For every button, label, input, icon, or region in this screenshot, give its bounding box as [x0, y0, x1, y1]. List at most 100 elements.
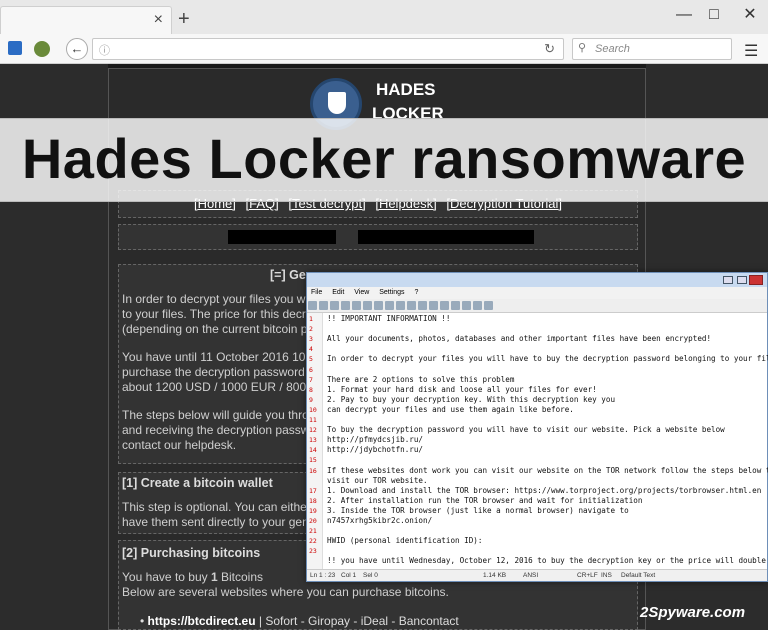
reload-icon[interactable]: ↻ [544, 41, 555, 57]
line-number: 12 [309, 426, 317, 435]
intro-text: In order to decrypt your files you wi to … [122, 292, 309, 336]
line-number: 6 [309, 365, 313, 374]
line-number: 5 [309, 355, 313, 364]
status-encoding: ANSI [523, 572, 539, 579]
notepad-line: can decrypt your files and use them agai… [327, 404, 574, 414]
line-number: 15 [309, 456, 317, 465]
line-number: 4 [309, 345, 313, 354]
line-number: 3 [309, 335, 313, 344]
info-icon[interactable]: ⓘ [99, 42, 110, 58]
line-number: 13 [309, 436, 317, 445]
notepad-line: 3. Inside the TOR browser (just like a n… [327, 505, 629, 515]
line-number: 14 [309, 446, 317, 455]
notepad-line: 1. Format your hard disk and loose all y… [327, 384, 597, 394]
deadline-text: You have until 11 October 2016 10 purchas… [122, 350, 307, 394]
menu-icon[interactable]: ☰ [744, 41, 758, 61]
tab-bar: × + — □ ✕ [0, 0, 768, 34]
notepad-window: File Edit View Settings ? Ln 1 : 23 Col … [306, 272, 768, 582]
status-insert: INS [601, 572, 612, 579]
print-icon[interactable] [341, 301, 350, 310]
settings-icon[interactable] [484, 301, 493, 310]
notepad-line: !! IMPORTANT INFORMATION !! [327, 314, 451, 323]
notepad-toolbar [307, 299, 767, 313]
btc-site-item: • https://btcdirect.eu | Sofort - Giropa… [140, 614, 459, 628]
minimize-icon[interactable]: — [670, 4, 698, 26]
paste-icon[interactable] [396, 301, 405, 310]
step1-title: [1] Create a bitcoin wallet [122, 476, 273, 490]
status-scheme: Default Text [621, 572, 656, 579]
notepad-line: 2. After installation run the TOR browse… [327, 495, 643, 505]
maximize-icon[interactable]: □ [700, 4, 728, 26]
line-number: 9 [309, 395, 313, 404]
step2-title: [2] Purchasing bitcoins [122, 546, 261, 560]
step2-text: Below are several websites where you can… [122, 585, 449, 599]
status-selection: Sel 0 [363, 572, 378, 579]
navigation-toolbar: ← ⓘ ↻ Search ⚲ ☰ [0, 34, 768, 64]
status-position: Ln 1 : 23 [310, 572, 336, 579]
line-number: 19 [309, 506, 317, 515]
notepad-line: There are 2 options to solve this proble… [327, 374, 515, 384]
notepad-line: All your documents, photos, databases an… [327, 334, 712, 344]
line-number: 7 [309, 375, 313, 384]
section-title: [=] Ge [270, 268, 306, 282]
menu-help[interactable]: ? [415, 287, 419, 296]
search-input[interactable]: Search [572, 38, 732, 60]
line-number: 18 [309, 496, 317, 505]
notepad-line: In order to decrypt your files you will … [327, 354, 768, 364]
minimize-icon[interactable] [723, 276, 733, 284]
find-icon[interactable] [407, 301, 416, 310]
copy-icon[interactable] [385, 301, 394, 310]
wrap-icon[interactable] [429, 301, 438, 310]
menu-settings[interactable]: Settings [379, 287, 404, 296]
line-number: 2 [309, 325, 313, 334]
open-icon[interactable] [319, 301, 328, 310]
tab-close-icon[interactable]: × [154, 11, 163, 29]
notepad-menubar: File Edit View Settings ? [307, 287, 767, 299]
status-size: 1.14 KB [483, 572, 507, 579]
zoom-in-icon[interactable] [440, 301, 449, 310]
redaction-bar [358, 230, 534, 244]
new-file-icon[interactable] [308, 301, 317, 310]
address-bar[interactable]: ⓘ ↻ [92, 38, 564, 60]
menu-view[interactable]: View [354, 287, 369, 296]
line-number: 20 [309, 517, 317, 525]
zoom-out-icon[interactable] [451, 301, 460, 310]
line-number: 1 [309, 315, 313, 323]
menu-edit[interactable]: Edit [332, 287, 344, 296]
status-column: Col 1 [341, 572, 357, 579]
notepad-line: HWID (personal identification ID): [327, 536, 483, 546]
line-number: 8 [309, 385, 313, 394]
undo-icon[interactable] [352, 301, 361, 310]
cut-icon[interactable] [374, 301, 383, 310]
logo-text-hades: HADES [376, 80, 436, 99]
line-number: 11 [309, 416, 317, 424]
replace-icon[interactable] [418, 301, 427, 310]
shield-icon [328, 92, 346, 114]
maximize-icon[interactable] [737, 276, 747, 284]
close-window-icon[interactable]: ✕ [736, 4, 764, 26]
extension-icon[interactable] [8, 41, 22, 55]
line-number: 17 [309, 486, 317, 495]
redo-icon[interactable] [363, 301, 372, 310]
browser-tab[interactable]: × [0, 6, 172, 34]
notepad-line: http://jdybchotfn.ru/ [327, 445, 424, 455]
notepad-line: If these websites dont work you can visi… [327, 465, 768, 475]
save-icon[interactable] [330, 301, 339, 310]
notepad-line: visit our TOR website. [327, 475, 428, 485]
line-number: 21 [309, 527, 317, 536]
notepad-line: !! you have until Wednesday, October 12,… [327, 556, 766, 566]
notepad-line: 2. Pay to buy your decryption key. With … [327, 394, 616, 404]
step2-buy-text: You have to buy 1 Bitcoins [122, 570, 264, 584]
watermark-logo: 2Spyware.com [640, 604, 746, 621]
line-number: 23 [309, 547, 317, 556]
close-icon[interactable] [749, 275, 763, 285]
notepad-statusbar: Ln 1 : 23 Col 1 Sel 0 1.14 KB ANSI CR+LF… [307, 569, 767, 581]
menu-file[interactable]: File [311, 287, 322, 296]
new-tab-button[interactable]: + [178, 8, 190, 31]
banner-title: Hades Locker ransomware [21, 127, 747, 190]
btc-site-link[interactable]: https://btcdirect.eu [148, 614, 256, 628]
zoom-reset-icon[interactable] [462, 301, 471, 310]
scheme-icon[interactable] [473, 301, 482, 310]
back-arrow-icon[interactable]: ← [66, 38, 88, 60]
addon-icon[interactable] [34, 41, 50, 57]
